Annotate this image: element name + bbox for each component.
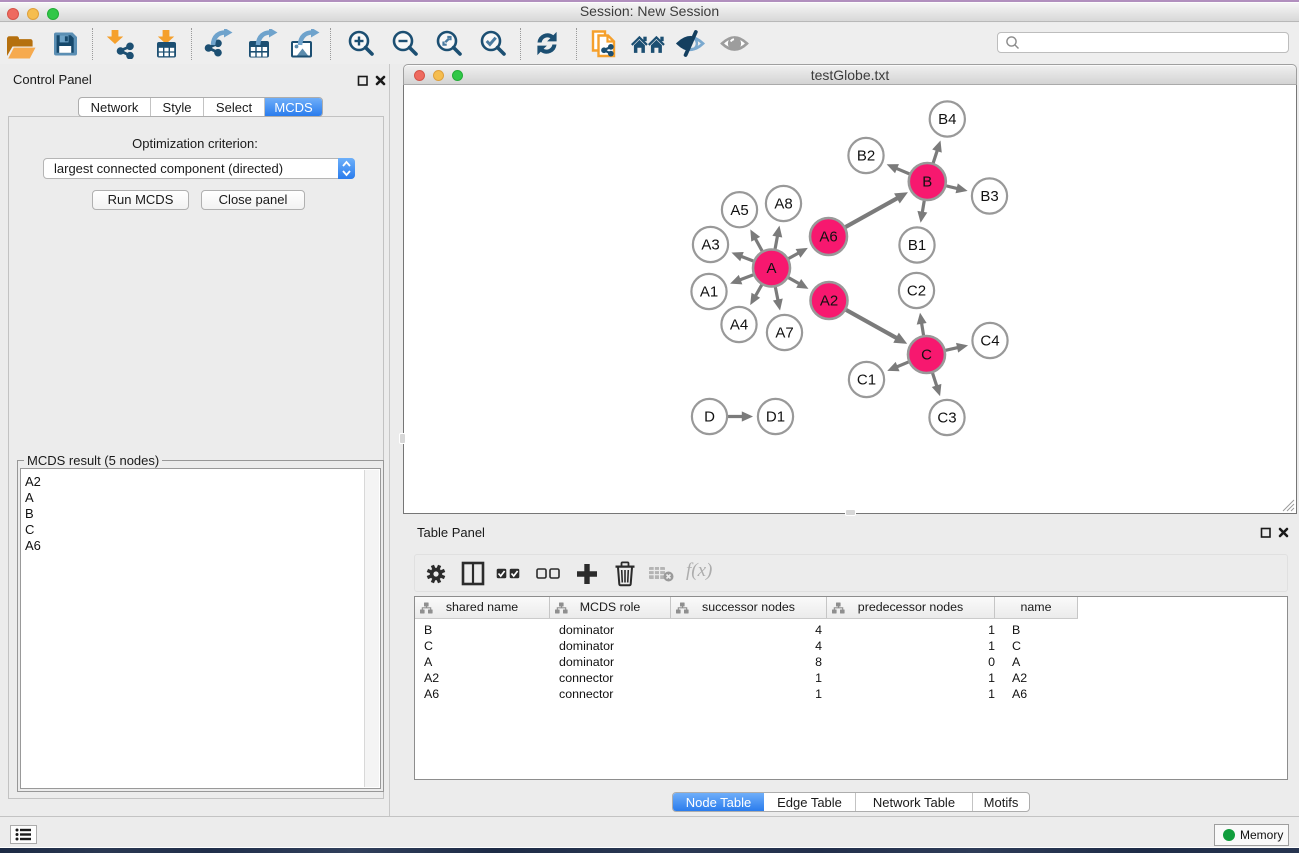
svg-text:B4: B4 <box>938 111 956 128</box>
svg-text:C2: C2 <box>907 283 926 300</box>
svg-text:D: D <box>704 409 715 426</box>
svg-text:B3: B3 <box>980 188 998 205</box>
svg-text:A2: A2 <box>820 293 838 310</box>
svg-text:A7: A7 <box>775 325 793 342</box>
svg-text:D1: D1 <box>766 409 785 426</box>
svg-text:B: B <box>922 174 932 191</box>
svg-text:A4: A4 <box>730 317 748 334</box>
svg-text:C4: C4 <box>980 333 999 350</box>
svg-text:B1: B1 <box>908 237 926 254</box>
svg-text:A6: A6 <box>819 229 837 246</box>
svg-text:A1: A1 <box>700 284 718 301</box>
svg-text:A3: A3 <box>701 237 719 254</box>
svg-text:A8: A8 <box>774 196 792 213</box>
svg-text:B2: B2 <box>857 148 875 165</box>
svg-text:C: C <box>921 347 932 364</box>
svg-text:C1: C1 <box>857 372 876 389</box>
svg-text:A: A <box>766 260 776 277</box>
svg-text:A5: A5 <box>730 202 748 219</box>
svg-text:C3: C3 <box>937 410 956 427</box>
